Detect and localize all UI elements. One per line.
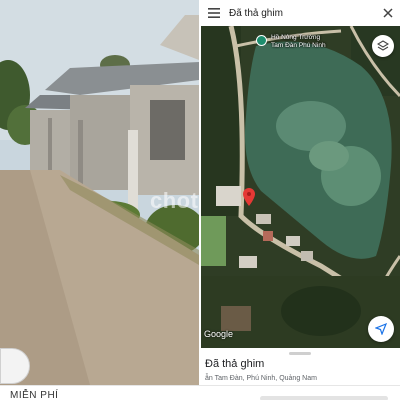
satellite-map[interactable]: Hồ Nông Trường Tam Đàn Phú Ninh Google (201, 26, 400, 348)
placeholder-bar (260, 396, 388, 400)
maps-screenshot: Đã thả ghim Hồ Nông Trường Tam Đàn Phú N… (201, 0, 400, 385)
lake-poi-label[interactable]: Hồ Nông Trường Tam Đàn Phú Ninh (271, 34, 326, 50)
poi-label-line1: Hồ Nông Trường (271, 34, 321, 41)
free-badge: MIỄN PHÍ (10, 390, 59, 400)
sheet-title: Đã thả ghim (205, 358, 265, 370)
watermark-text: chot (150, 188, 199, 213)
navigation-arrow-icon[interactable] (368, 316, 394, 342)
menu-icon[interactable] (201, 0, 227, 26)
maps-topbar: Đã thả ghim (201, 0, 400, 26)
google-logo: Google (204, 329, 234, 339)
lake-poi-pin[interactable] (256, 35, 267, 46)
satellite-imagery (201, 26, 400, 348)
topbar-title: Đã thả ghim (229, 7, 283, 19)
map-pin-icon[interactable] (243, 188, 255, 206)
poi-label-line2: Tam Đàn Phú Ninh (271, 42, 326, 49)
sheet-address: ẫn Tam Đàn, Phú Ninh, Quảng Nam (205, 375, 317, 382)
layers-icon[interactable] (372, 35, 394, 57)
sheet-drag-handle[interactable] (289, 352, 311, 355)
street-photo: chot (0, 0, 199, 385)
close-icon[interactable] (380, 5, 396, 21)
listing-footer: MIỄN PHÍ (0, 385, 400, 400)
